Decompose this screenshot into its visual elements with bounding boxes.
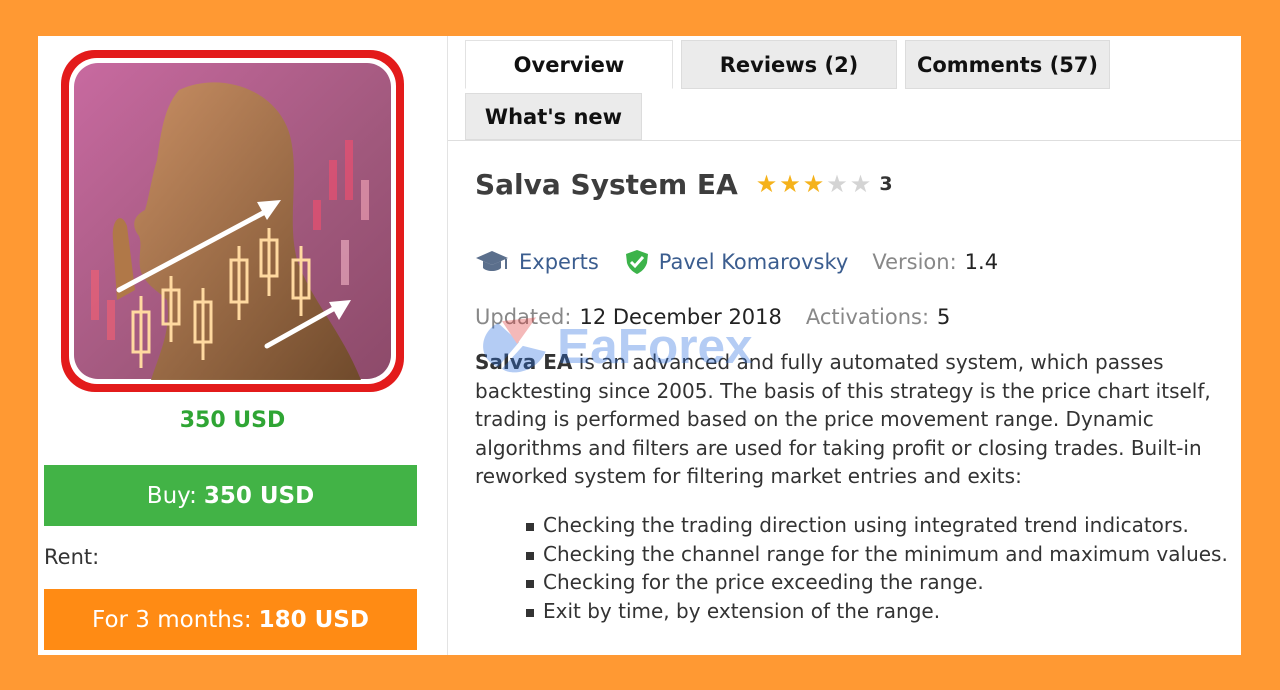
rent-button-amount: 180 USD xyxy=(258,606,369,633)
tab-comments[interactable]: Comments (57) xyxy=(905,40,1110,89)
star-icon: ★ xyxy=(779,170,801,198)
updated-label: Updated: xyxy=(475,305,572,329)
activations-value: 5 xyxy=(937,305,951,329)
version-label: Version: xyxy=(872,250,957,274)
rent-3-months-button[interactable]: For 3 months: 180 USD xyxy=(44,589,417,650)
tab-overview[interactable]: Overview xyxy=(465,40,673,89)
product-title: Salva System EA xyxy=(475,167,738,201)
buy-button[interactable]: Buy: 350 USD xyxy=(44,465,417,526)
description-text: is an advanced and fully automated syste… xyxy=(475,350,1211,489)
author-link[interactable]: Pavel Komarovsky xyxy=(659,250,849,274)
product-description: Salva EA is an advanced and fully automa… xyxy=(475,348,1235,491)
bullet-icon xyxy=(526,551,534,560)
buy-button-amount: 350 USD xyxy=(203,482,315,509)
meta-row: Experts Pavel Komarovsky Version: 1.4 xyxy=(475,246,998,278)
star-empty-icon: ★ xyxy=(849,170,872,198)
rating-stars: ★ ★ ★ ★ ★ xyxy=(756,172,874,196)
updated-value: 12 December 2018 xyxy=(579,305,782,329)
price-label: 350 USD xyxy=(179,408,286,433)
category-link[interactable]: Experts xyxy=(519,250,599,274)
star-icon: ★ xyxy=(755,170,778,198)
list-item: Exit by time, by extension of the range. xyxy=(475,597,1235,626)
feature-list: Checking the trading direction using int… xyxy=(475,511,1235,625)
tab-reviews[interactable]: Reviews (2) xyxy=(681,40,897,89)
graduation-cap-icon xyxy=(475,249,509,275)
tab-bar: Overview Reviews (2) Comments (57) What'… xyxy=(448,36,1241,141)
bullet-icon xyxy=(526,580,534,589)
verified-shield-icon xyxy=(625,249,649,275)
description-product-name: Salva EA xyxy=(475,350,573,374)
star-empty-icon: ★ xyxy=(826,170,848,198)
rating-count: 3 xyxy=(879,173,893,195)
bullet-icon xyxy=(526,608,534,617)
list-item: Checking for the price exceeding the ran… xyxy=(475,568,1235,597)
bullet-icon xyxy=(526,523,534,531)
version-value: 1.4 xyxy=(964,250,999,274)
product-card: 350 USD Buy: 350 USD Rent: For 3 months:… xyxy=(38,36,1241,655)
tab-whats-new[interactable]: What's new xyxy=(465,93,642,140)
info-row: Updated: 12 December 2018 Activations: 5 xyxy=(475,301,950,333)
details-panel: Overview Reviews (2) Comments (57) What'… xyxy=(448,36,1241,655)
list-item: Checking the trading direction using int… xyxy=(475,511,1235,540)
product-artwork xyxy=(69,58,396,384)
list-item: Checking the channel range for the minim… xyxy=(475,540,1235,569)
product-image[interactable] xyxy=(61,50,404,392)
buy-button-label: Buy: xyxy=(146,482,197,509)
rent-label: Rent: xyxy=(44,545,100,569)
rent-button-label: For 3 months: xyxy=(92,606,252,633)
star-icon: ★ xyxy=(802,170,825,198)
title-row: Salva System EA ★ ★ ★ ★ ★ 3 xyxy=(475,162,893,206)
purchase-panel: 350 USD Buy: 350 USD Rent: For 3 months:… xyxy=(38,36,448,655)
activations-label: Activations: xyxy=(805,305,930,329)
